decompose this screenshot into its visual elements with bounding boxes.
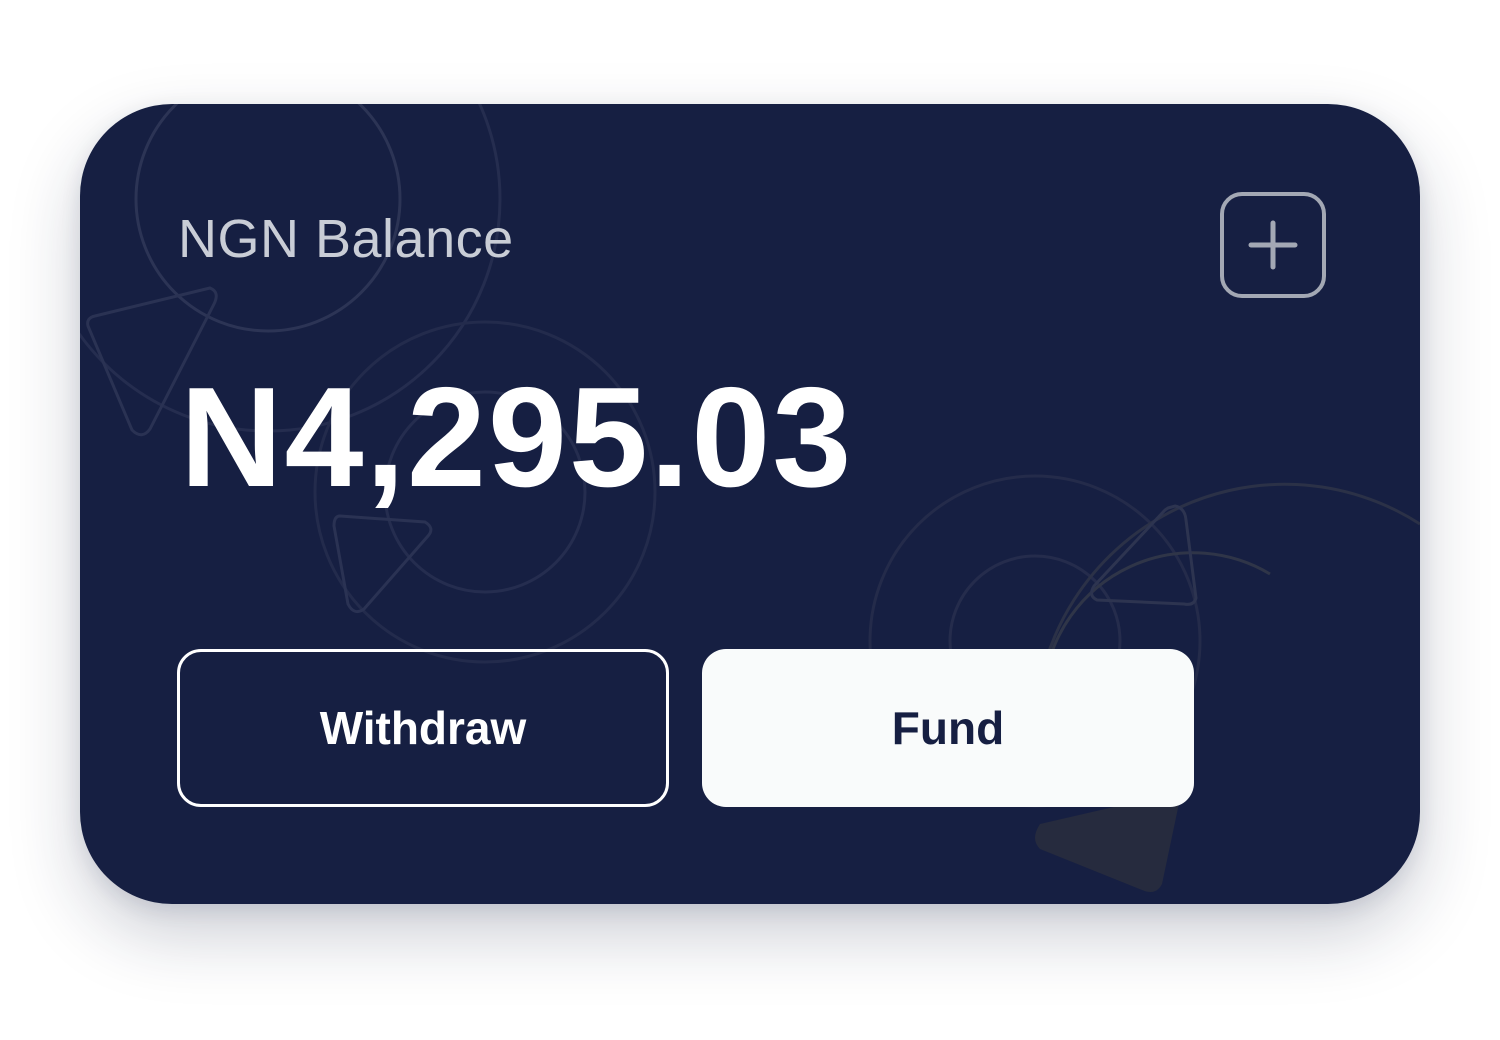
balance-amount: N4,295.03 [180,358,854,517]
balance-label: NGN Balance [178,209,514,269]
wallet-balance-card: NGN Balance N4,295.03 Withdraw Fund [80,104,1420,904]
fund-button-label: Fund [891,702,1005,754]
add-button[interactable] [1220,192,1326,298]
plus-icon [1248,220,1298,270]
withdraw-button-label: Withdraw [319,702,527,754]
fund-button[interactable]: Fund [702,649,1194,807]
withdraw-button[interactable]: Withdraw [177,649,669,807]
